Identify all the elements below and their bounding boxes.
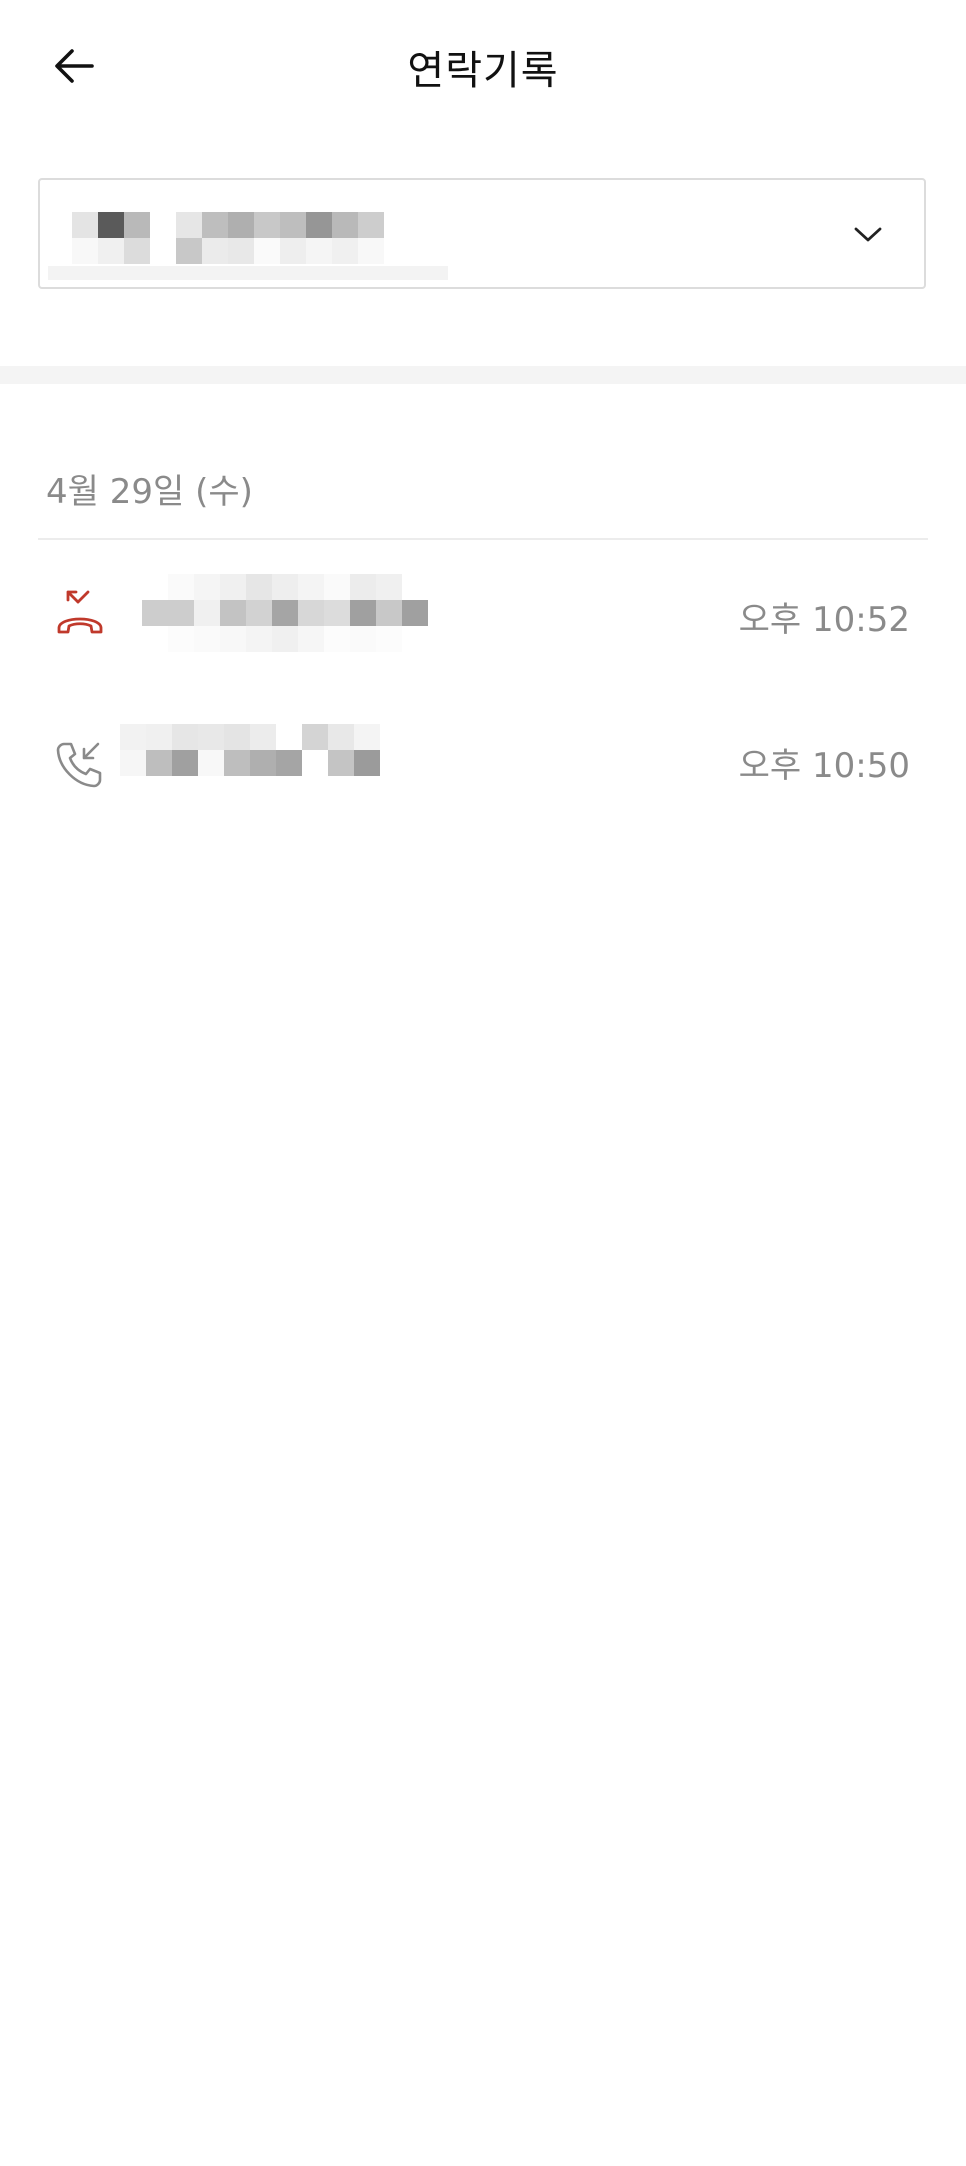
- redacted-contact-detail: [48, 266, 448, 280]
- top-app-bar: 연락기록: [0, 0, 966, 130]
- chevron-down-icon: [854, 227, 882, 242]
- redacted-caller: [120, 724, 380, 776]
- call-history-screen: 연락기록 4월 29일 (수) 오후 10:52 오후 10:50: [0, 0, 966, 2166]
- incoming-call-icon: [56, 742, 102, 788]
- call-time: 오후 10:50: [738, 746, 910, 786]
- contact-selector-dropdown[interactable]: [38, 178, 926, 289]
- redacted-contact-info: [72, 212, 384, 264]
- call-log-item[interactable]: 오후 10:50: [0, 700, 966, 810]
- divider: [38, 538, 928, 540]
- call-log-item[interactable]: 오후 10:52: [0, 558, 966, 668]
- redacted-caller: [142, 574, 428, 652]
- section-separator: [0, 366, 966, 384]
- missed-call-icon: [57, 590, 103, 634]
- call-time: 오후 10:52: [738, 600, 910, 640]
- date-header: 4월 29일 (수): [46, 472, 253, 512]
- page-title: 연락기록: [407, 48, 559, 94]
